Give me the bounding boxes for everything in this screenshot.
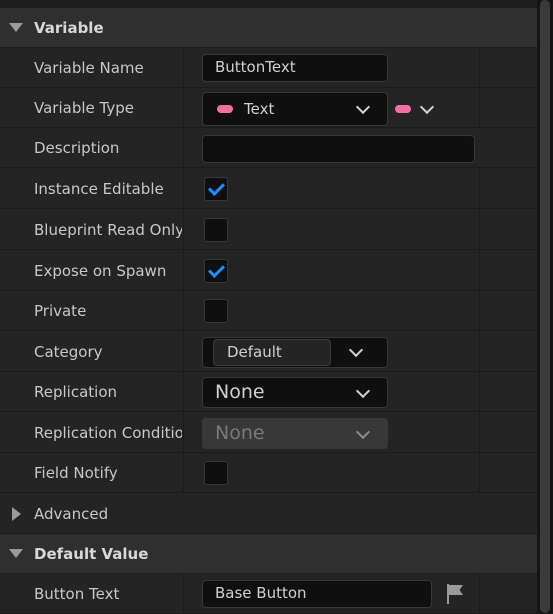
row-private: Private [0,291,537,331]
text-type-pill-icon [217,105,233,113]
checkmark-icon [208,261,225,278]
instance-editable-checkbox[interactable] [204,177,228,201]
row-description: Description [0,128,537,168]
row-label: Description [34,139,120,157]
description-input[interactable] [202,135,475,163]
variable-type-dropdown[interactable]: Text [202,92,388,126]
variable-name-input[interactable]: ButtonText [202,54,388,82]
row-instance-editable: Instance Editable [0,169,537,209]
row-button-text: Button Text Base Button [0,574,537,614]
chevron-down-icon[interactable] [348,342,364,358]
single-container-pill-icon [395,105,411,113]
flag-icon[interactable] [444,582,466,606]
expand-arrow-icon[interactable] [9,23,23,32]
row-variable-name: Variable Name ButtonText [0,48,537,88]
scrollbar-thumb[interactable] [540,0,550,613]
details-panel: Variable Variable Name ButtonText Variab… [0,0,537,614]
field-notify-checkbox[interactable] [204,461,228,485]
row-label: Variable Type [34,99,134,117]
row-label: Category [34,343,103,361]
chevron-down-icon [355,424,371,440]
blueprint-read-only-checkbox[interactable] [204,218,228,242]
row-variable-type: Variable Type Text [0,88,537,128]
container-type-dropdown[interactable] [392,94,438,122]
row-label: Field Notify [34,464,118,482]
row-replication-condition: Replication Condition None [0,413,537,453]
row-field-notify: Field Notify [0,453,537,493]
panel-top-strip [0,0,537,8]
row-expose-on-spawn: Expose on Spawn [0,251,537,291]
section-advanced[interactable]: Advanced [0,494,537,534]
row-label: Instance Editable [34,180,164,198]
category-combobox[interactable]: Default [202,337,388,368]
checkmark-icon [208,179,225,196]
row-label: Expose on Spawn [34,262,167,280]
row-label: Private [34,302,87,320]
section-label: Default Value [34,545,149,563]
category-text-input[interactable]: Default [213,339,331,366]
expose-on-spawn-checkbox[interactable] [204,259,228,283]
row-blueprint-read-only: Blueprint Read Only [0,210,537,250]
row-label: Replication Condition [34,424,182,442]
chevron-down-icon [419,99,435,115]
row-label: Blueprint Read Only [34,221,182,239]
replication-dropdown[interactable]: None [202,377,388,408]
section-variable[interactable]: Variable [0,8,537,48]
replication-condition-dropdown: None [202,418,388,449]
expand-arrow-icon[interactable] [12,507,21,521]
row-replication: Replication None [0,372,537,412]
row-label: Button Text [34,585,120,603]
section-default-value[interactable]: Default Value [0,534,537,574]
chevron-down-icon [355,99,371,115]
section-label: Advanced [34,505,109,523]
expand-arrow-icon[interactable] [9,549,23,558]
chevron-down-icon [355,383,371,399]
row-label: Variable Name [34,59,144,77]
row-label: Replication [34,383,118,401]
private-checkbox[interactable] [204,299,228,323]
section-label: Variable [34,19,104,37]
row-category: Category Default [0,332,537,372]
button-text-input[interactable]: Base Button [202,580,432,608]
